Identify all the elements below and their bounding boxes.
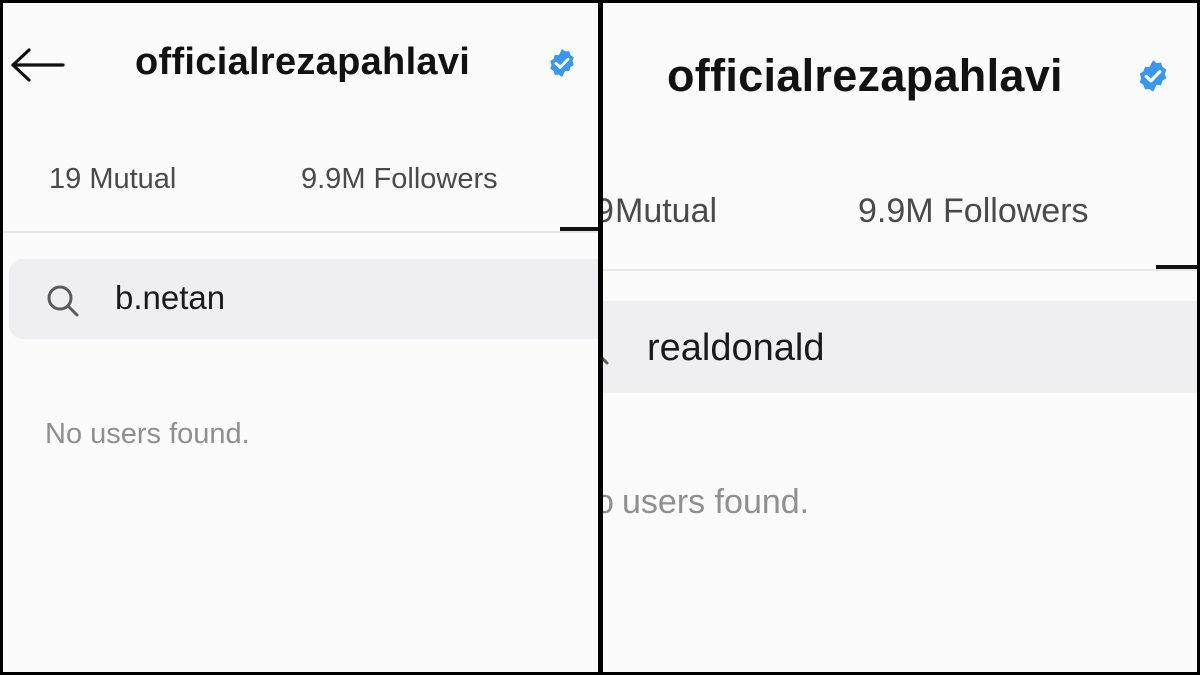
right-panel: officialrezapahlavi 9 Mutual 9.9M Follow… bbox=[603, 3, 1197, 672]
tab-mutual[interactable]: Mutual bbox=[615, 192, 717, 231]
tab-mutual-count-cropped: 9 bbox=[603, 192, 614, 230]
tab-followers[interactable]: 9.9M Followers bbox=[858, 192, 1089, 231]
back-arrow-icon[interactable] bbox=[9, 47, 65, 83]
profile-username: officialrezapahlavi bbox=[135, 41, 471, 83]
tab-mutual[interactable]: 19 Mutual bbox=[49, 163, 176, 196]
screenshot-frame: officialrezapahlavi 19 Mutual 9.9M Follo… bbox=[0, 0, 1200, 675]
left-panel: officialrezapahlavi 19 Mutual 9.9M Follo… bbox=[3, 3, 598, 672]
no-results-message: No users found. bbox=[45, 418, 250, 450]
profile-username: officialrezapahlavi bbox=[667, 50, 1063, 101]
search-input[interactable]: realdonald bbox=[647, 327, 824, 370]
verified-badge-icon bbox=[550, 49, 574, 77]
search-field[interactable]: realdonald bbox=[603, 301, 1197, 393]
verified-badge-icon bbox=[1139, 60, 1167, 92]
search-icon bbox=[603, 356, 609, 365]
tabs-divider bbox=[603, 269, 1197, 271]
search-field[interactable]: b.netan bbox=[9, 259, 598, 339]
no-results-message: users found. bbox=[622, 483, 810, 521]
tab-followers[interactable]: 9.9M Followers bbox=[301, 163, 498, 196]
search-icon bbox=[47, 285, 79, 317]
tabs-divider bbox=[3, 231, 598, 233]
search-input[interactable]: b.netan bbox=[115, 279, 225, 317]
no-results-cropped-letter: o bbox=[603, 483, 614, 521]
